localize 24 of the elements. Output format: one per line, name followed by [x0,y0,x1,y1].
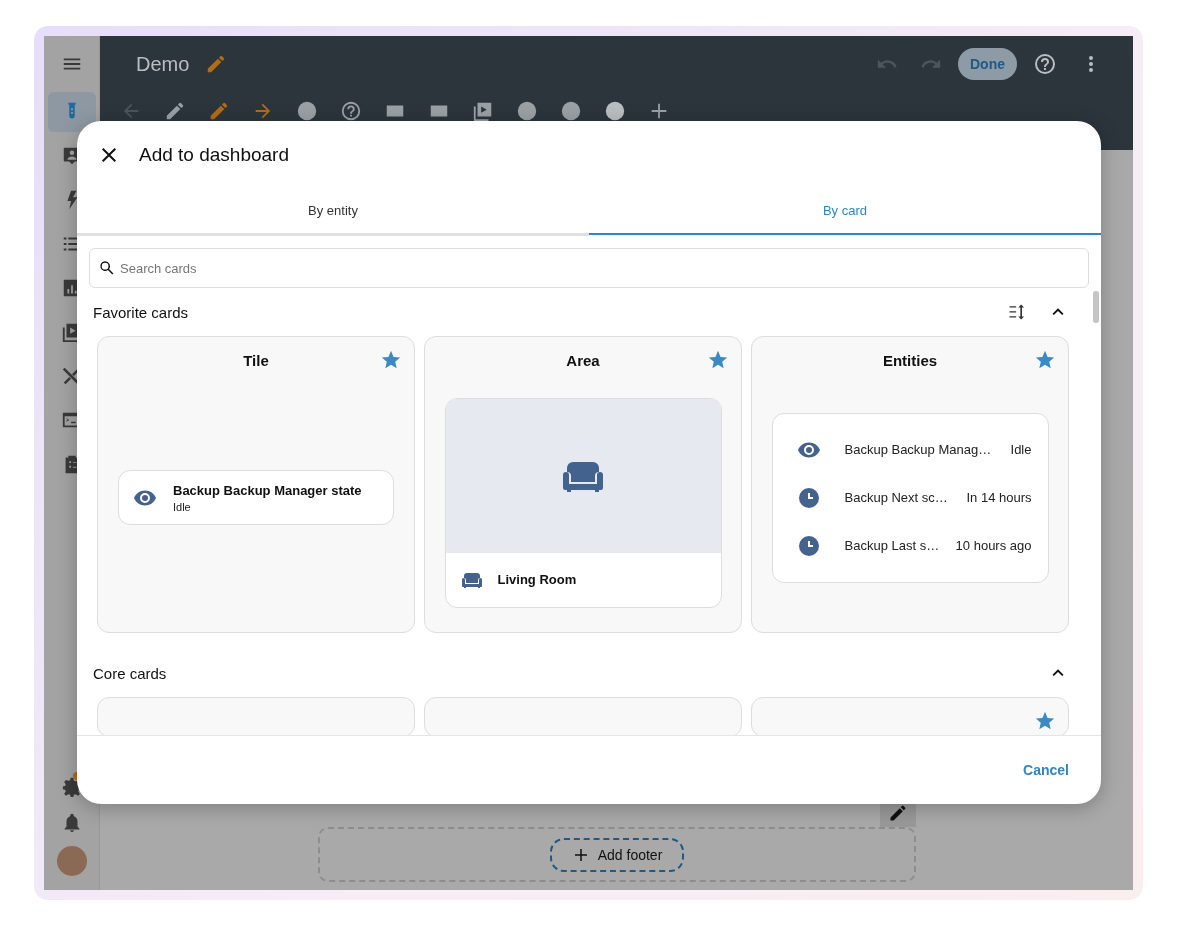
entity-state: Idle [1010,442,1032,457]
card-title: Area [566,351,600,369]
entity-name: Backup Backup Manag… [844,442,993,457]
card-option[interactable]: Tile Backup Backup Manager state Idle [97,336,415,633]
area-name: Living Room [497,572,577,587]
search-field[interactable]: Search cards [89,248,1089,288]
entity-state: Idle [173,500,192,513]
entity-state: 10 hours ago [955,538,1032,553]
card-option[interactable]: Entities Backup Backup Manag… Idle Backup Next sc… In 14 hours Backup Last s… 10 hours ago [751,336,1069,633]
dialog-title: Add to dashboard [139,144,289,166]
entity-name: Backup Backup Manager state [173,482,362,498]
add-footer-button[interactable]: Add footer [549,837,685,872]
entity-name: Backup Last s… [844,538,941,553]
card-option[interactable]: Area Living Room [424,336,742,633]
card-title: Tile [243,351,269,369]
tab[interactable]: By entity [77,189,589,236]
section-title: Core cards [93,664,167,682]
entity-state: In 14 hours [966,490,1032,505]
dashboard-title: Demo [136,52,190,76]
section-title: Favorite cards [93,303,189,321]
entity-name: Backup Next sc… [844,490,949,505]
cancel-button[interactable]: Cancel [1015,754,1077,786]
card-title: Entities [882,351,938,369]
tab[interactable]: By card [589,189,1101,235]
